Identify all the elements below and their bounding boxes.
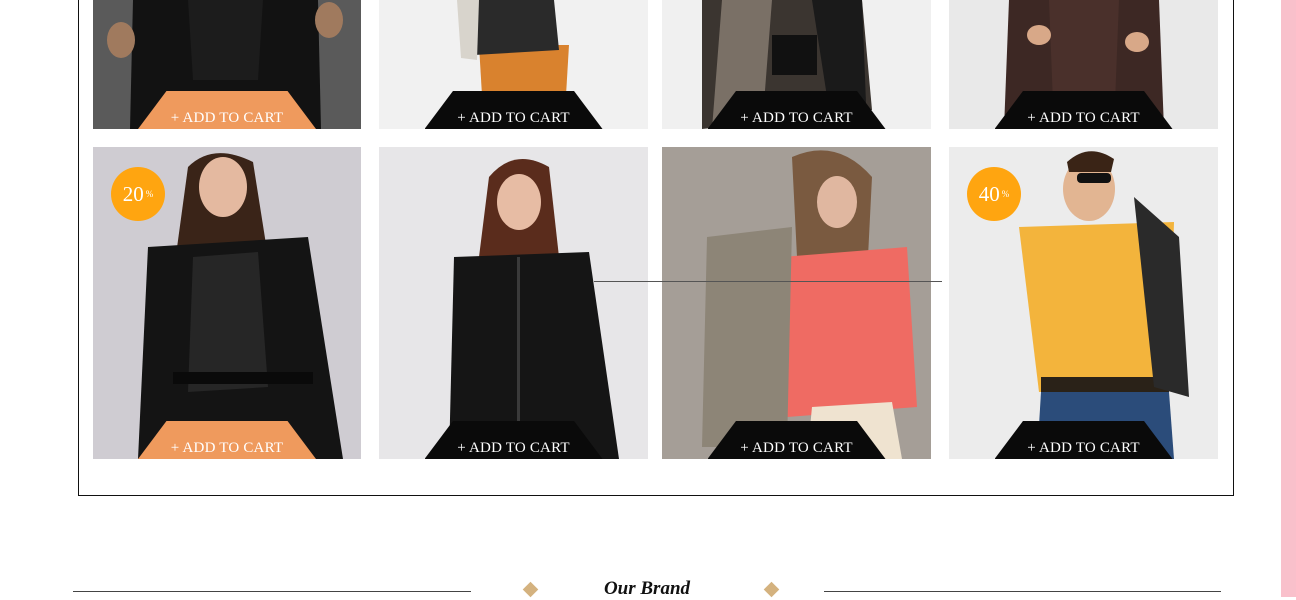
discount-unit: % — [145, 189, 154, 199]
product-card[interactable]: + ADD TO CART — [662, 0, 931, 129]
page-side-strip — [1281, 0, 1296, 597]
section-divider-right — [824, 591, 1221, 592]
product-card[interactable]: + ADD TO CART — [662, 147, 931, 459]
add-to-cart-button[interactable]: + ADD TO CART — [424, 421, 603, 459]
product-card[interactable]: + ADD TO CART — [379, 147, 648, 459]
product-photo — [662, 147, 931, 459]
discount-badge: 20% — [111, 167, 165, 221]
section-divider-left — [73, 591, 471, 592]
add-to-cart-button[interactable]: + ADD TO CART — [138, 421, 316, 459]
add-to-cart-button[interactable]: + ADD TO CART — [707, 421, 886, 459]
product-photo — [379, 147, 648, 459]
product-card[interactable]: 40% + ADD TO CART — [949, 147, 1218, 459]
product-card[interactable]: + ADD TO CART — [93, 0, 361, 129]
add-to-cart-button[interactable]: + ADD TO CART — [424, 91, 603, 129]
discount-value: 20 — [122, 181, 144, 206]
product-card[interactable]: + ADD TO CART — [949, 0, 1218, 129]
diamond-ornament-icon — [763, 581, 780, 598]
product-card[interactable]: 20% + ADD TO CART — [93, 147, 361, 459]
add-to-cart-button[interactable]: + ADD TO CART — [994, 421, 1173, 459]
discount-value: 40 — [978, 181, 1000, 206]
divider-line — [594, 281, 942, 282]
add-to-cart-button[interactable]: + ADD TO CART — [707, 91, 886, 129]
product-card[interactable]: + ADD TO CART — [379, 0, 648, 129]
add-to-cart-button[interactable]: + ADD TO CART — [138, 91, 316, 129]
discount-unit: % — [1001, 189, 1010, 199]
add-to-cart-button[interactable]: + ADD TO CART — [994, 91, 1173, 129]
diamond-ornament-icon — [522, 581, 539, 598]
discount-badge: 40% — [967, 167, 1021, 221]
